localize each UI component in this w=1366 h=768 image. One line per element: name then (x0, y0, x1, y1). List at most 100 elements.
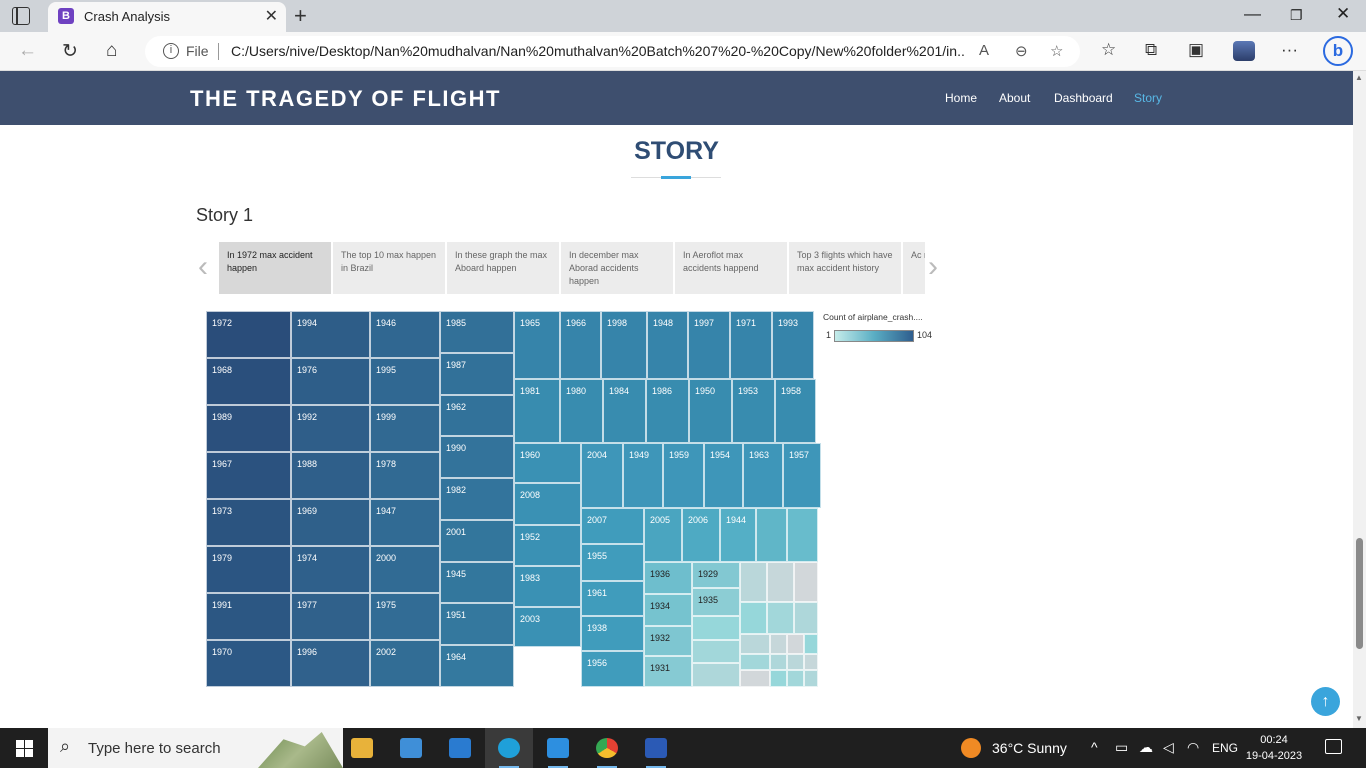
treemap-cell[interactable] (692, 640, 740, 663)
page-scrollbar[interactable]: ▲ ▼ (1353, 71, 1366, 728)
windows-start-icon[interactable] (16, 740, 33, 757)
treemap-cell[interactable]: 1992 (291, 405, 370, 452)
split-screen-icon[interactable]: ▣ (1188, 40, 1204, 60)
scroll-up-icon[interactable]: ▲ (1355, 73, 1363, 82)
treemap-cell[interactable]: 1999 (370, 405, 440, 452)
browser-tab[interactable]: B Crash Analysis ✕ (48, 2, 286, 32)
treemap-cell[interactable]: 1959 (663, 443, 704, 508)
story-point-5[interactable]: In Aeroflot max accidents happend (675, 242, 788, 294)
treemap-cell[interactable]: 1975 (370, 593, 440, 640)
treemap-cell[interactable]: 2001 (440, 519, 514, 562)
language-indicator[interactable]: ENG (1212, 741, 1238, 755)
restore-icon[interactable]: ❐ (1290, 7, 1303, 24)
site-brand[interactable]: THE TRAGEDY OF FLIGHT (190, 86, 501, 112)
treemap-cell[interactable]: 1966 (560, 311, 601, 379)
treemap-cell[interactable]: 1950 (689, 379, 732, 443)
treemap-cell[interactable]: 2003 (514, 607, 581, 647)
treemap-cell[interactable]: 1981 (514, 379, 560, 443)
chrome-icon[interactable] (583, 728, 631, 768)
treemap-cell[interactable] (804, 670, 818, 687)
file-explorer-icon[interactable] (338, 728, 386, 768)
treemap-cell[interactable] (804, 634, 818, 654)
home-icon[interactable]: ⌂ (106, 40, 117, 62)
treemap-cell[interactable] (767, 562, 794, 602)
collections-icon[interactable]: ⧉ (1145, 40, 1157, 60)
story-point-7[interactable]: Ac reg (903, 242, 925, 294)
clock[interactable]: 00:24 19-04-2023 (1244, 732, 1304, 764)
treemap-cell[interactable]: 1989 (206, 405, 291, 452)
treemap-cell[interactable]: 1996 (291, 640, 370, 687)
treemap-cell[interactable] (770, 634, 787, 654)
treemap-cell[interactable]: 1978 (370, 452, 440, 499)
treemap-cell[interactable] (787, 508, 818, 562)
treemap-cell[interactable]: 1991 (206, 593, 291, 640)
treemap-cell[interactable]: 1976 (291, 358, 370, 405)
edge-icon[interactable] (485, 728, 533, 768)
treemap-cell[interactable] (692, 663, 740, 687)
treemap-cell[interactable]: 1995 (370, 358, 440, 405)
treemap-cell[interactable]: 1964 (440, 645, 514, 687)
treemap-cell[interactable]: 1929 (692, 562, 740, 588)
treemap-cell[interactable]: 1986 (646, 379, 689, 443)
zoom-out-icon[interactable]: ⊖ (1015, 42, 1028, 60)
treemap-cell[interactable] (740, 670, 770, 687)
minimize-icon[interactable]: — (1244, 4, 1261, 24)
treemap-cell[interactable]: 1987 (440, 352, 514, 395)
store-icon[interactable] (387, 728, 435, 768)
scroll-to-top-button[interactable]: ↑ (1311, 687, 1340, 716)
treemap-cell[interactable]: 1952 (514, 525, 581, 566)
treemap-cell[interactable]: 1983 (514, 566, 581, 607)
treemap-cell[interactable]: 1957 (783, 443, 821, 508)
treemap-cell[interactable]: 1947 (370, 499, 440, 546)
treemap-cell[interactable] (787, 654, 804, 670)
treemap-cell[interactable]: 1949 (623, 443, 663, 508)
more-icon[interactable]: ··· (1281, 40, 1298, 60)
treemap-cell[interactable]: 1984 (603, 379, 646, 443)
treemap-cell[interactable]: 1962 (440, 394, 514, 437)
treemap-cell[interactable]: 1953 (732, 379, 775, 443)
treemap-cell[interactable]: 1946 (370, 311, 440, 358)
treemap-cell[interactable]: 1934 (644, 594, 692, 626)
treemap-cell[interactable]: 1997 (688, 311, 730, 379)
treemap-cell[interactable]: 1958 (775, 379, 816, 443)
treemap-cell[interactable]: 1970 (206, 640, 291, 687)
treemap-cell[interactable]: 1990 (440, 436, 514, 479)
treemap-cell[interactable] (740, 562, 767, 602)
treemap-cell[interactable]: 1955 (581, 544, 644, 581)
treemap-cell[interactable]: 1945 (440, 561, 514, 604)
scroll-down-icon[interactable]: ▼ (1355, 714, 1363, 723)
new-tab-icon[interactable]: + (294, 3, 307, 29)
treemap-cell[interactable] (740, 654, 770, 670)
treemap-cell[interactable]: 1982 (440, 478, 514, 520)
treemap-cell[interactable]: 1956 (581, 651, 644, 687)
treemap-cell[interactable]: 2000 (370, 546, 440, 593)
treemap-cell[interactable] (767, 602, 794, 634)
story-point-6[interactable]: Top 3 flights which have max accident hi… (789, 242, 902, 294)
treemap-cell[interactable]: 1931 (644, 656, 692, 687)
nav-story[interactable]: Story (1134, 91, 1162, 105)
mail-icon[interactable] (436, 728, 484, 768)
treemap-cell[interactable] (770, 654, 787, 670)
favorites-icon[interactable]: ☆ (1101, 40, 1116, 60)
treemap-cell[interactable]: 2005 (644, 508, 682, 562)
treemap-cell[interactable]: 2008 (514, 483, 581, 525)
treemap-cell[interactable]: 1972 (206, 311, 291, 358)
treemap-cell[interactable]: 1932 (644, 626, 692, 656)
prev-point-icon[interactable]: ‹ (198, 252, 208, 282)
treemap-cell[interactable]: 1988 (291, 452, 370, 499)
treemap-cell[interactable]: 1973 (206, 499, 291, 546)
story-point-3[interactable]: In these graph the max Aboard happen (447, 242, 560, 294)
treemap-cell[interactable]: 1960 (514, 443, 581, 483)
cloud-icon[interactable]: ☁ (1139, 739, 1153, 756)
volume-icon[interactable]: ◁ (1163, 739, 1174, 756)
treemap-cell[interactable]: 1980 (560, 379, 603, 443)
back-icon[interactable]: ← (18, 40, 37, 62)
treemap-cell[interactable] (787, 634, 804, 654)
story-point-1[interactable]: In 1972 max accident happen (219, 242, 332, 294)
story-point-4[interactable]: In december max Aborad accidents happen (561, 242, 674, 294)
treemap-cell[interactable]: 1967 (206, 452, 291, 499)
treemap-cell[interactable]: 1948 (647, 311, 688, 379)
treemap-cell[interactable]: 1951 (440, 603, 514, 646)
word-icon[interactable] (632, 728, 680, 768)
vscode-icon[interactable] (534, 728, 582, 768)
